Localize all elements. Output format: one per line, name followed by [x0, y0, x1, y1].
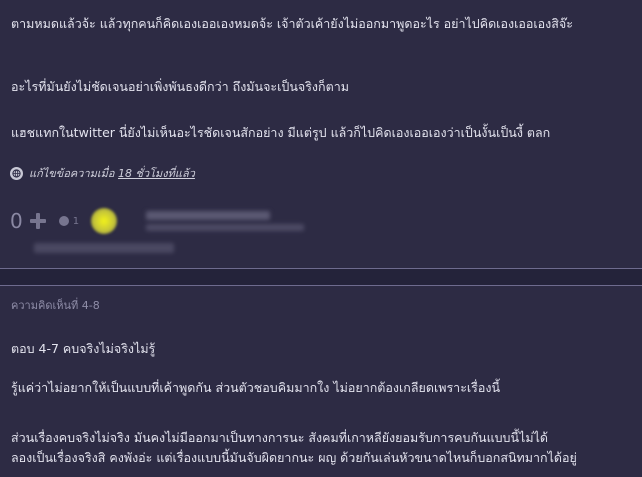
comment-paragraph: แฮชแทกในtwitter นี่ยังไม่เห็นอะไรชัดเจนส…: [11, 125, 551, 140]
emotion-icon[interactable]: [58, 216, 69, 226]
edit-info: แก้ไขข้อความเมื่อ 18 ชั่วโมงที่แล้ว: [10, 164, 195, 182]
comment-number-label: ความคิดเห็นที่ 4-8: [11, 299, 100, 312]
edit-time-link[interactable]: 18 ชั่วโมงที่แล้ว: [118, 167, 195, 180]
comment-actions: 0 1: [10, 206, 127, 236]
author-meta-blurred: [146, 224, 304, 231]
edit-globe-icon: [10, 166, 23, 180]
comment-line: ลองเป็นเรื่องจริงสิ คงพังอ่ะ แต่เรื่องแบ…: [11, 450, 577, 465]
comment-paragraph: อะไรที่มันยังไม่ชัดเจนอย่าเพิ่งพันธงดีกว…: [11, 79, 349, 94]
comment-card: ความคิดเห็นที่ 4-8 ตอบ 4-7 คบจริงไม่จริง…: [0, 286, 642, 477]
author-name-blurred: [146, 211, 270, 220]
plus-icon[interactable]: [29, 212, 47, 230]
vote-count: 0: [10, 209, 23, 233]
comment-line: รู้แค่ว่าไม่อยากให้เป็นแบบที่เค้าพูดกัน …: [11, 380, 501, 395]
edit-prefix: แก้ไขข้อความเมื่อ: [29, 167, 119, 180]
comment-line: ตอบ 4-7 คบจริงไม่จริงไม่รู้: [11, 341, 156, 356]
page: ตามหมดแล้วจ้ะ แล้วทุกคนก็คิดเองเออเองหมด…: [0, 0, 642, 477]
emotion-count: 1: [72, 215, 80, 227]
comment-paragraph: ตามหมดแล้วจ้ะ แล้วทุกคนก็คิดเองเออเองหมด…: [11, 16, 573, 31]
comment-line: ส่วนเรื่องคบจริงไม่จริง มันคงไม่มีออกมาเ…: [11, 430, 548, 445]
comment-card: ตามหมดแล้วจ้ะ แล้วทุกคนก็คิดเองเออเองหมด…: [0, 0, 642, 268]
comment-divider: [0, 268, 642, 286]
avatar[interactable]: [91, 208, 118, 234]
edit-text: แก้ไขข้อความเมื่อ 18 ชั่วโมงที่แล้ว: [29, 164, 195, 182]
reply-link-blurred: [34, 243, 174, 253]
